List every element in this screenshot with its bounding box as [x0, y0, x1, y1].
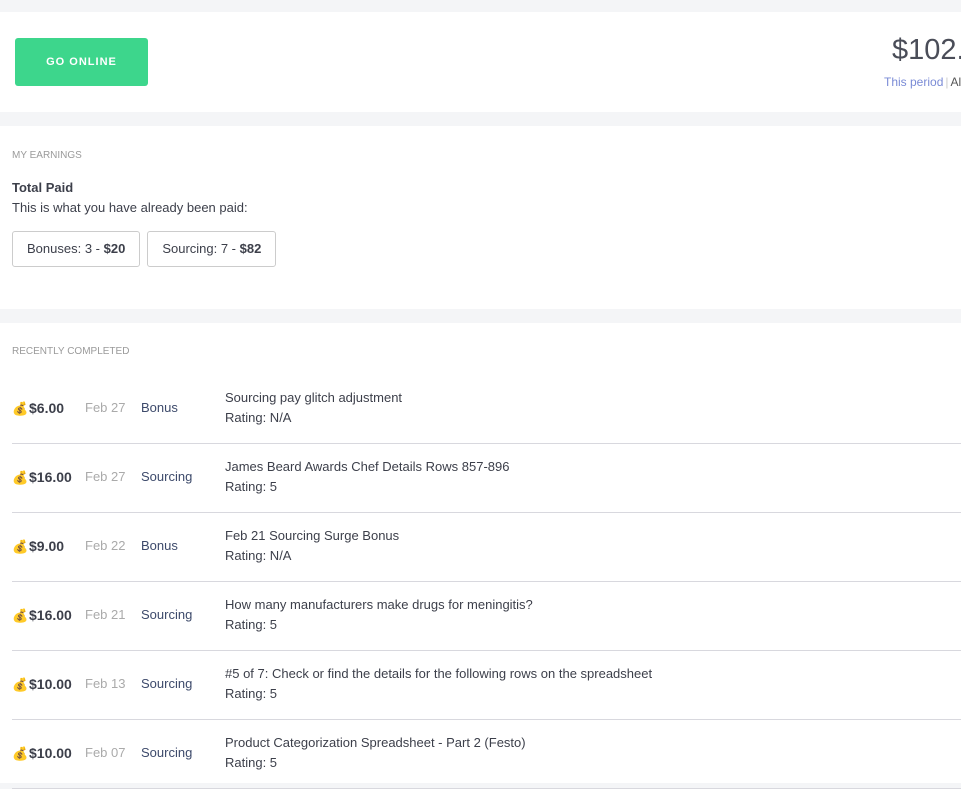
total-paid-description: This is what you have already been paid:: [12, 200, 248, 215]
amount: $9.00: [29, 538, 64, 554]
money-bag-icon: 💰: [12, 746, 28, 762]
date: Feb 27: [85, 469, 125, 484]
money-bag-icon: 💰: [12, 470, 28, 486]
task-description: Feb 21 Sourcing Surge Bonus: [225, 528, 399, 543]
date: Feb 22: [85, 538, 125, 553]
amount: $10.00: [29, 745, 72, 761]
chip-value: $20: [104, 241, 126, 256]
task-description: Sourcing pay glitch adjustment: [225, 390, 402, 405]
task-description: Product Categorization Spreadsheet - Par…: [225, 735, 526, 750]
completed-task-row: 💰$9.00 Feb 22 Bonus Feb 21 Sourcing Surge B…: [12, 512, 961, 582]
amount: $6.00: [29, 400, 64, 416]
amount: $10.00: [29, 676, 72, 692]
date: Feb 07: [85, 745, 125, 760]
task-type: Bonus: [141, 400, 178, 415]
task-type: Sourcing: [141, 676, 192, 691]
rating: Rating: N/A: [225, 410, 291, 425]
chip-label: Sourcing: 7 -: [162, 241, 239, 256]
total-earnings: $102.00: [892, 34, 961, 67]
recently-completed-panel: RECENTLY COMPLETED 💰$6.00Feb 27BonusSour…: [0, 323, 961, 783]
task-description: #5 of 7: Check or find the details for t…: [225, 666, 652, 681]
go-online-button[interactable]: GO ONLINE: [15, 38, 148, 86]
money-bag-icon: 💰: [12, 608, 28, 624]
date: Feb 27: [85, 400, 125, 415]
this-period-link[interactable]: This period: [884, 75, 943, 89]
bonuses-chip: Bonuses: 3 - $20: [12, 231, 140, 267]
task-type: Sourcing: [141, 607, 192, 622]
all-time-link[interactable]: All time: [951, 75, 961, 89]
sourcing-chip: Sourcing: 7 - $82: [147, 231, 276, 267]
task-type: Sourcing: [141, 745, 192, 760]
task-type: Bonus: [141, 538, 178, 553]
period-switch: This period|All time: [884, 75, 961, 89]
money-bag-icon: 💰: [12, 401, 28, 417]
rating: Rating: N/A: [225, 548, 291, 563]
date: Feb 21: [85, 607, 125, 622]
rating: Rating: 5: [225, 686, 277, 701]
task-type: Sourcing: [141, 469, 192, 484]
rating: Rating: 5: [225, 755, 277, 770]
chip-value: $82: [240, 241, 262, 256]
money-bag-icon: 💰: [12, 539, 28, 555]
separator: |: [945, 75, 948, 89]
my-earnings-panel: MY EARNINGS Total Paid This is what you …: [0, 126, 961, 309]
section-title: RECENTLY COMPLETED: [12, 346, 129, 357]
header-panel: GO ONLINE $102.00 This period|All time: [0, 12, 961, 112]
completed-task-row: 💰$10.00 Feb 07 Sourcing Product Categorizat…: [12, 719, 961, 789]
date: Feb 13: [85, 676, 125, 691]
completed-task-row: 💰$16.00 Feb 27 Sourcing James Beard Awards …: [12, 443, 961, 513]
chip-label: Bonuses: 3 -: [27, 241, 104, 256]
task-description: How many manufacturers make drugs for me…: [225, 597, 533, 612]
amount: $16.00: [29, 469, 72, 485]
total-paid-title: Total Paid: [12, 180, 73, 195]
money-bag-icon: 💰: [12, 677, 28, 693]
rating: Rating: 5: [225, 479, 277, 494]
section-title: MY EARNINGS: [12, 150, 82, 161]
completed-task-row: 💰$16.00 Feb 21 Sourcing How many manufactur…: [12, 581, 961, 651]
rating: Rating: 5: [225, 617, 277, 632]
amount: $16.00: [29, 607, 72, 623]
completed-task-row: 💰$10.00 Feb 13 Sourcing #5 of 7: Check or f…: [12, 650, 961, 720]
task-description: James Beard Awards Chef Details Rows 857…: [225, 459, 509, 474]
completed-task-row: 💰$6.00 Feb 27 Bonus Sourcing pay glitch adj…: [12, 374, 961, 444]
